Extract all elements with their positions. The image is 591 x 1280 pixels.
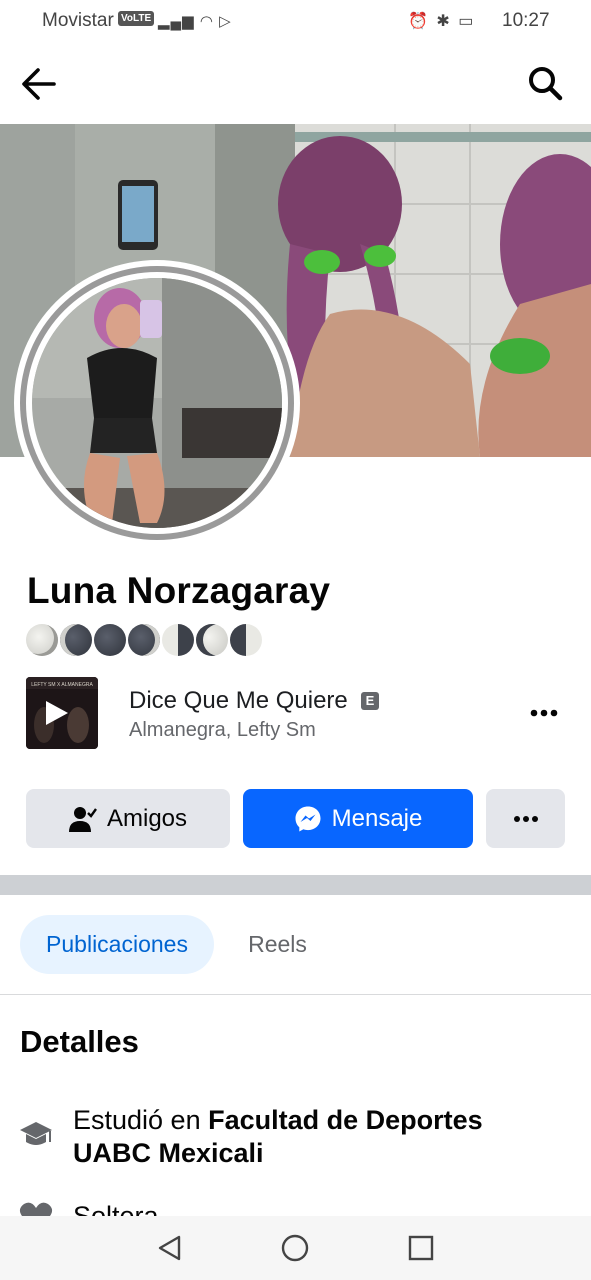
tab-publicaciones[interactable]: Publicaciones [20,915,214,974]
music-more-button[interactable] [526,696,562,730]
triangle-back-icon [158,1235,181,1261]
profile-more-button[interactable] [486,789,565,848]
top-app-bar [0,42,591,124]
nav-recents-button[interactable] [406,1233,436,1263]
search-icon [529,67,563,101]
education-detail[interactable]: Estudió en Facultad de Deportes UABC Mex… [73,1104,553,1170]
new-moon-icon [60,624,92,656]
volte-badge: VoLTE [118,11,155,26]
circle-home-icon [281,1234,309,1262]
more-horizontal-icon [530,709,558,717]
alarm-bluetooth-battery-icon: ⏰ ✱ ▭ [408,13,476,30]
new-moon-icon [94,624,126,656]
song-artist: Almanegra, Lefty Sm [129,719,316,741]
tabs-divider [0,994,591,995]
more-horizontal-icon [513,815,538,822]
song-title[interactable]: Dice Que Me Quiere [129,687,348,715]
avatar-photo [32,278,282,528]
nav-home-button[interactable] [280,1233,310,1263]
square-recents-icon [408,1235,434,1261]
album-art[interactable]: LEFTY SM X ALMANEGRA [26,677,98,749]
arrow-left-icon [22,68,56,100]
message-button[interactable]: Mensaje [243,789,473,848]
moon-phases-bio [26,624,262,658]
waxing-crescent-moon-icon [196,624,228,656]
message-label: Mensaje [331,804,423,832]
messenger-icon [294,805,322,833]
signal-wifi-icon: ▂▄▆ ◠ ▷ [158,13,232,30]
search-button[interactable] [524,64,566,104]
profile-name: Luna Norzagaray [27,570,331,611]
section-divider [0,875,591,895]
last-quarter-moon-icon [230,624,262,656]
new-moon-icon [128,624,160,656]
friends-label: Amigos [106,804,188,832]
status-time: 10:27 [502,10,550,31]
carrier-name: Movistar [42,10,114,31]
person-check-icon [68,806,97,832]
education-prefix: Estudió en [73,1105,209,1135]
first-quarter-moon-icon [162,624,194,656]
svg-text:LEFTY SM X ALMANEGRA: LEFTY SM X ALMANEGRA [31,682,93,688]
graduation-cap-icon [18,1118,54,1152]
tab-reels[interactable]: Reels [230,915,325,974]
friends-button[interactable]: Amigos [26,789,230,848]
back-button[interactable] [18,64,60,104]
profile-avatar[interactable] [14,260,300,546]
details-heading: Detalles [20,1024,139,1059]
explicit-badge: E [361,692,379,710]
waning-crescent-moon-icon [26,624,58,656]
status-bar: Movistar VoLTE ▂▄▆ ◠ ▷ ⏰ ✱ ▭ 10:27 [0,0,591,42]
nav-back-button[interactable] [155,1233,185,1263]
